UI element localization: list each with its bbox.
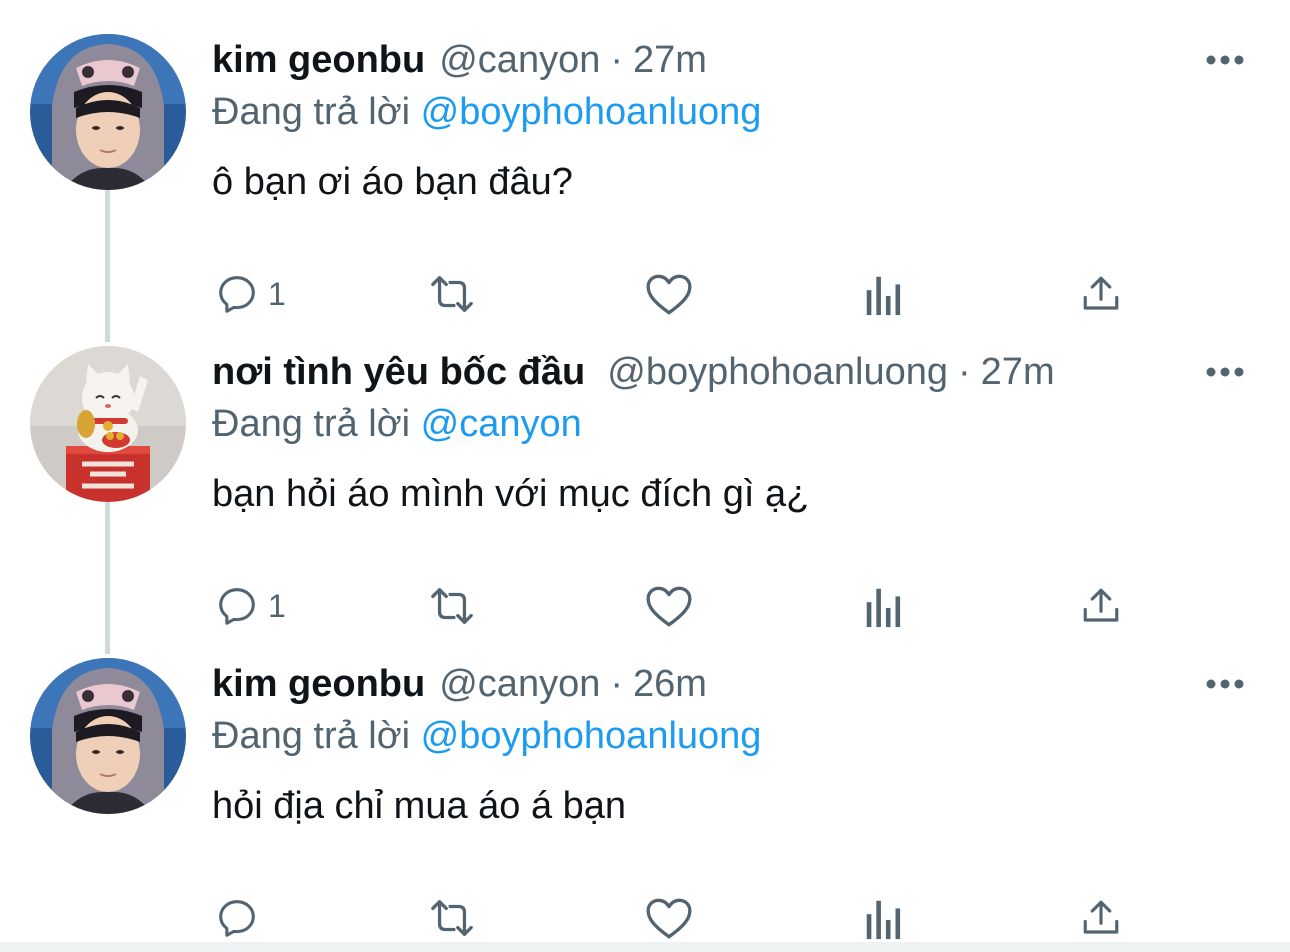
replying-to: Đang trả lời @boyphohoanluong [212, 86, 1250, 138]
replying-to-label: Đang trả lời [212, 91, 411, 133]
thread-connector [105, 190, 110, 342]
more-icon [1206, 367, 1244, 377]
like-button[interactable] [644, 576, 694, 636]
separator: · [610, 39, 624, 81]
like-button[interactable] [644, 264, 694, 324]
tweet-text: bạn hỏi áo mình với mục đích gì ạ¿ [212, 473, 810, 515]
reply-count: 1 [268, 275, 286, 312]
share-button[interactable] [1080, 264, 1122, 324]
replying-to-label: Đang trả lời [212, 403, 411, 445]
analytics-button[interactable] [864, 888, 904, 948]
analytics-icon [866, 588, 901, 628]
avatar[interactable] [30, 346, 186, 502]
share-button[interactable] [1080, 888, 1122, 948]
more-icon [1206, 55, 1244, 65]
tweet-thread: kim geonbu @canyon · 27m Đang trả lời @b… [0, 0, 1290, 952]
retweet-button[interactable] [424, 264, 480, 324]
retweet-icon [431, 900, 473, 936]
avatar[interactable] [30, 658, 186, 814]
separator: · [958, 351, 971, 393]
retweet-icon [431, 276, 473, 312]
heart-icon [646, 898, 692, 939]
tweet-text: hỏi địa chỉ mua áo á bạn [212, 785, 627, 827]
username[interactable]: @boyphohoanluong [607, 346, 948, 398]
like-button[interactable] [644, 888, 694, 948]
thread-connector [105, 502, 110, 654]
more-icon [1206, 679, 1244, 689]
replying-to: Đang trả lời @canyon [212, 398, 1250, 450]
mention-link[interactable]: @boyphohoanluong [421, 91, 762, 133]
tweet-header: kim geonbu @canyon · 27m [212, 34, 1250, 86]
reply-icon [219, 900, 255, 937]
more-options-button[interactable] [1200, 346, 1250, 398]
reply-icon [219, 276, 255, 313]
divider [0, 942, 1290, 952]
timestamp[interactable]: 27m [633, 34, 707, 86]
reply-button[interactable]: 1 [214, 576, 286, 636]
retweet-icon [431, 588, 473, 624]
share-icon [1083, 276, 1119, 310]
timestamp[interactable]: 26m [633, 658, 707, 710]
display-name[interactable]: nơi tình yêu bốc đầu [212, 346, 585, 398]
more-options-button[interactable] [1200, 658, 1250, 710]
heart-icon [646, 274, 692, 315]
tweet-text: ô bạn ơi áo bạn đâu? [212, 161, 573, 203]
share-icon [1083, 588, 1119, 622]
retweet-button[interactable] [424, 888, 480, 948]
tweet-actions [212, 888, 1212, 948]
reply-button[interactable] [214, 888, 268, 948]
reply-button[interactable]: 1 [214, 264, 286, 324]
tweet-actions: 1 [212, 264, 1212, 324]
separator: · [610, 663, 624, 705]
analytics-button[interactable] [864, 264, 904, 324]
tweet-actions: 1 [212, 576, 1212, 636]
reply-icon [219, 588, 255, 625]
display-name[interactable]: kim geonbu [212, 658, 425, 710]
display-name[interactable]: kim geonbu [212, 34, 425, 86]
more-options-button[interactable] [1200, 34, 1250, 86]
retweet-button[interactable] [424, 576, 480, 636]
heart-icon [646, 586, 692, 627]
replying-to: Đang trả lời @boyphohoanluong [212, 710, 1250, 762]
mention-link[interactable]: @boyphohoanluong [421, 715, 762, 757]
mention-link[interactable]: @canyon [421, 403, 582, 445]
tweet-header: kim geonbu @canyon · 26m [212, 658, 1250, 710]
avatar[interactable] [30, 34, 186, 190]
analytics-button[interactable] [864, 576, 904, 636]
share-icon [1083, 900, 1119, 934]
username[interactable]: @canyon [439, 658, 600, 710]
reply-count: 1 [268, 587, 286, 624]
username[interactable]: @canyon [439, 34, 600, 86]
replying-to-label: Đang trả lời [212, 715, 411, 757]
share-button[interactable] [1080, 576, 1122, 636]
tweet-header: nơi tình yêu bốc đầu @boyphohoanluong · … [212, 346, 1250, 398]
analytics-icon [866, 900, 901, 940]
analytics-icon [866, 276, 901, 316]
timestamp[interactable]: 27m [981, 346, 1055, 398]
